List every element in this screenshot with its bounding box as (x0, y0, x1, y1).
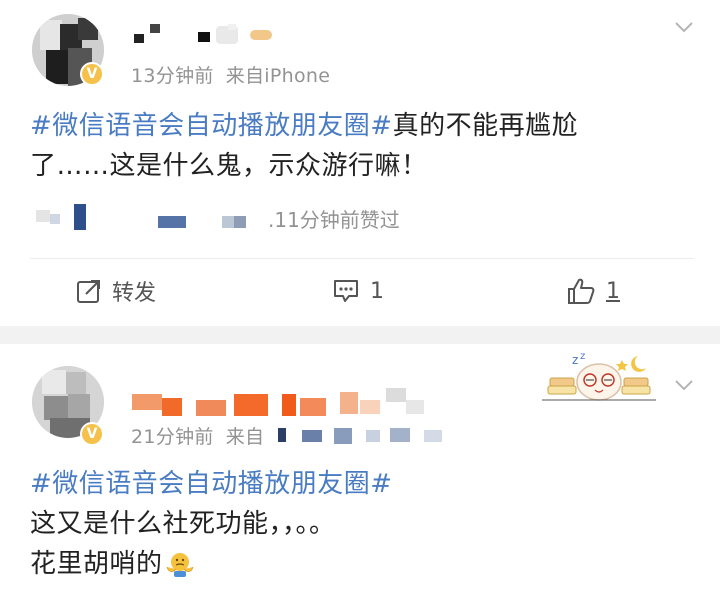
post-text-line2: 这又是什么社死功能，，。。 (30, 509, 336, 539)
comment-button[interactable]: 1 (332, 274, 384, 308)
post-source: 来自 (225, 426, 265, 448)
like-count: 1 (606, 278, 620, 304)
post-time: 13分钟前 (131, 65, 214, 87)
repost-button[interactable]: 转发 (76, 274, 156, 308)
username-blurred[interactable] (132, 22, 302, 44)
post-text-line3: 花里胡哨的 (30, 549, 163, 579)
chevron-down-icon[interactable] (673, 374, 695, 396)
repost-label: 转发 (112, 281, 157, 306)
like-button[interactable]: 1 (566, 274, 620, 308)
verified-badge-icon: V (80, 422, 104, 446)
divider (30, 258, 694, 259)
svg-text:z: z (572, 353, 578, 367)
sleepy-sticker-icon: z z (542, 351, 656, 401)
repost-icon (76, 278, 102, 304)
hashtag-link[interactable]: #微信语音会自动播放朋友圈# (30, 469, 393, 499)
post-meta: 21分钟前 来自 (131, 422, 264, 449)
like-icon (566, 277, 596, 305)
weibo-post: V 13分钟前 来自iPhone #微信语音会自动播放朋友圈#真的不能再尴尬 了…… (0, 0, 720, 326)
liked-time: .11分钟前赞过 (268, 208, 400, 232)
svg-text:z: z (580, 351, 585, 362)
source-blurred (278, 424, 458, 446)
post-text-line1: 真的不能再尴尬 (392, 111, 579, 141)
comment-count: 1 (370, 278, 384, 304)
verified-badge-icon: V (80, 62, 104, 86)
post-text-line2: 了……这是什么鬼，示众游行嘛！ (30, 151, 428, 181)
chevron-down-icon[interactable] (673, 16, 695, 38)
weibo-post: V 21分钟前 来自 z z #微信语音会自动播放朋友圈# 这又是什么社死功能，… (0, 344, 720, 601)
hashtag-link[interactable]: #微信语音会自动播放朋友圈# (30, 111, 393, 141)
post-source: 来自iPhone (225, 65, 331, 87)
post-text: #微信语音会自动播放朋友圈#真的不能再尴尬 了……这是什么鬼，示众游行嘛！ (30, 106, 670, 186)
liked-by-row (36, 204, 276, 230)
post-text: #微信语音会自动播放朋友圈# 这又是什么社死功能，，。。 花里胡哨的 (30, 464, 670, 584)
username-blurred[interactable] (132, 386, 432, 418)
post-time: 21分钟前 (131, 426, 214, 448)
weibo-feed: V 13分钟前 来自iPhone #微信语音会自动播放朋友圈#真的不能再尴尬 了…… (0, 0, 720, 601)
feed-separator (0, 326, 720, 344)
post-meta: 13分钟前 来自iPhone (131, 61, 342, 88)
comment-icon (332, 278, 360, 304)
shrug-emoji-icon (166, 553, 193, 577)
